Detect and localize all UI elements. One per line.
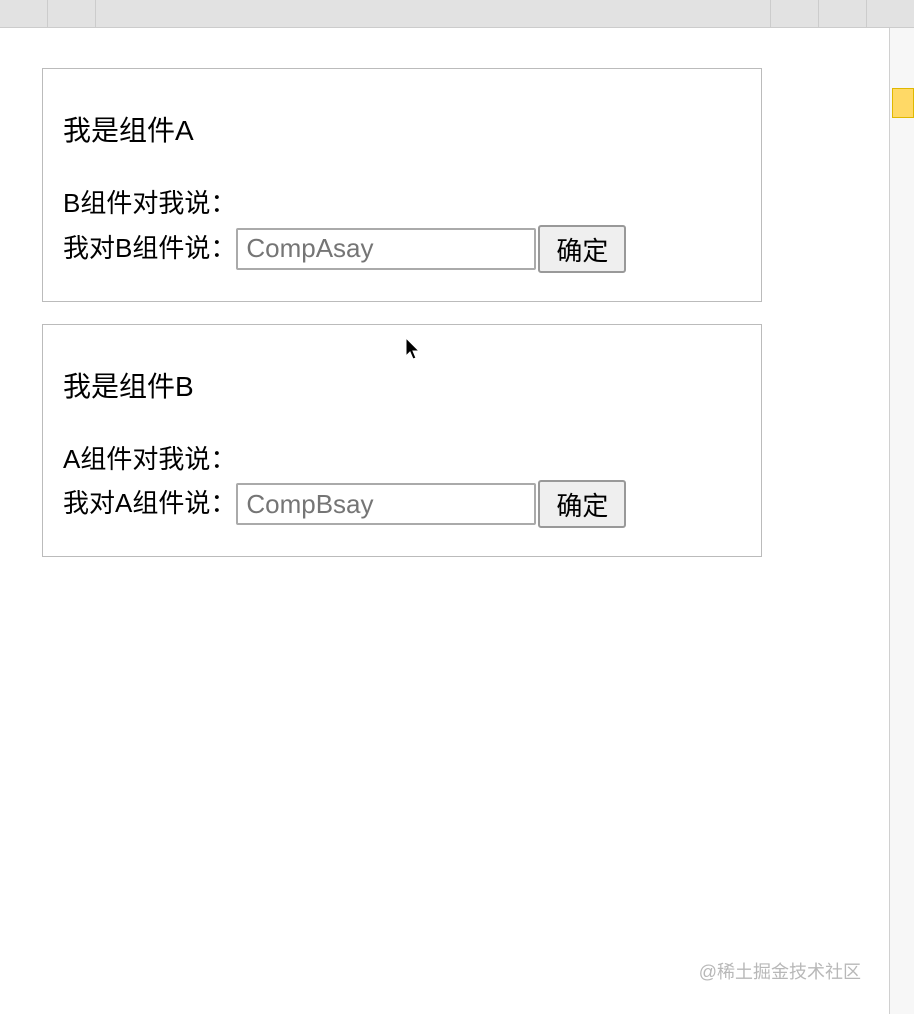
main-content-area: 我是组件A B组件对我说： 我对B组件说： 确定 我是组件B A组件对我说： 我… (0, 28, 890, 1014)
toolbar-address-area[interactable] (96, 0, 770, 27)
component-a-input[interactable] (236, 228, 536, 270)
toolbar-button[interactable] (818, 0, 866, 27)
toolbar-button[interactable] (48, 0, 96, 27)
component-b-send-label: 我对A组件说： (63, 483, 236, 525)
toolbar-button[interactable] (866, 0, 914, 27)
toolbar-button[interactable] (0, 0, 48, 27)
component-b-box: 我是组件B A组件对我说： 我对A组件说： 确定 (42, 324, 762, 558)
component-b-title: 我是组件B (63, 365, 741, 405)
warning-indicator-icon[interactable] (892, 88, 914, 118)
component-b-received-label: A组件对我说： (63, 439, 236, 481)
component-b-received-line: A组件对我说： (63, 439, 741, 481)
browser-toolbar (0, 0, 914, 28)
component-a-received-label: B组件对我说： (63, 183, 236, 225)
watermark-text: @稀土掘金技术社区 (699, 958, 861, 984)
component-a-box: 我是组件A B组件对我说： 我对B组件说： 确定 (42, 68, 762, 302)
right-sidebar (890, 28, 914, 1014)
component-a-received-line: B组件对我说： (63, 183, 741, 225)
component-b-send-line: 我对A组件说： 确定 (63, 480, 741, 528)
component-a-title: 我是组件A (63, 109, 741, 149)
page-content: 我是组件A B组件对我说： 我对B组件说： 确定 我是组件B A组件对我说： 我… (0, 28, 889, 599)
component-b-input[interactable] (236, 483, 536, 525)
component-a-confirm-button[interactable]: 确定 (538, 225, 626, 273)
component-a-send-line: 我对B组件说： 确定 (63, 225, 741, 273)
toolbar-button[interactable] (770, 0, 818, 27)
component-a-send-label: 我对B组件说： (63, 228, 236, 270)
component-b-confirm-button[interactable]: 确定 (538, 480, 626, 528)
